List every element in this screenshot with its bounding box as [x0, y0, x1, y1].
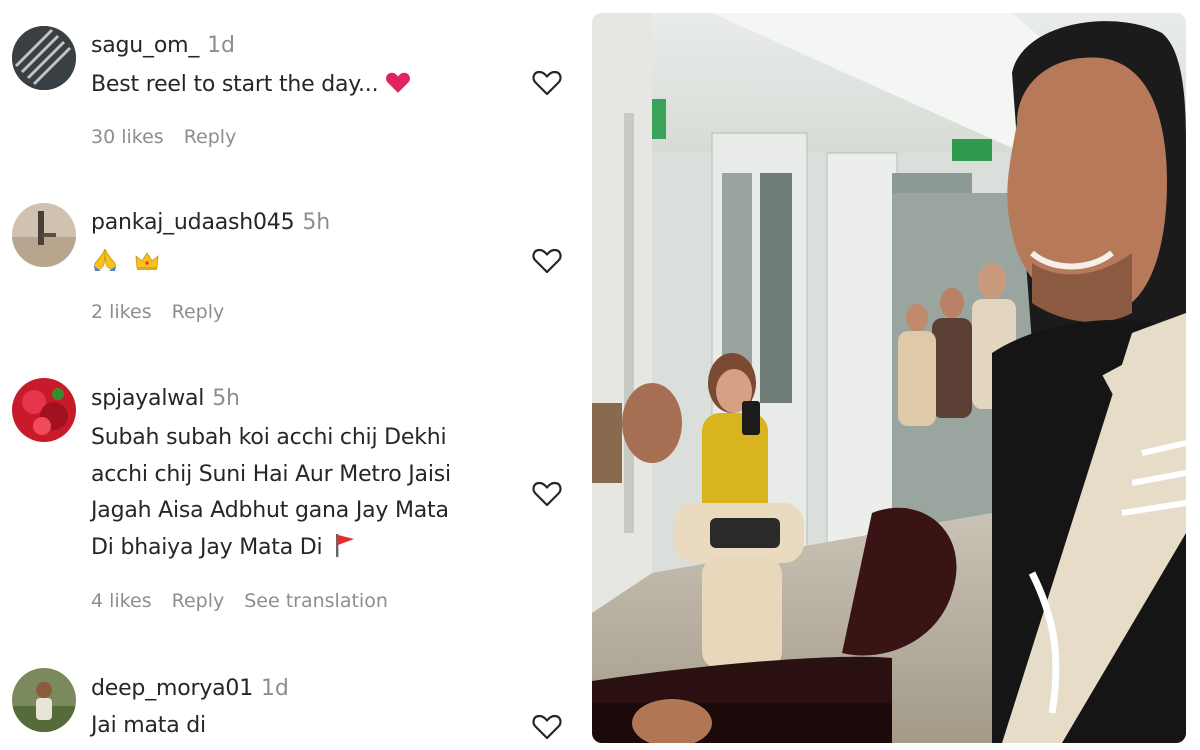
comment-time: 5h [302, 210, 330, 235]
comment-time: 1d [261, 676, 289, 701]
like-heart-icon[interactable] [531, 67, 563, 97]
like-heart-icon[interactable] [531, 245, 563, 275]
see-translation-button[interactable]: See translation [244, 590, 388, 612]
comment-time: 5h [212, 386, 240, 411]
red-flag-emoji-icon [336, 533, 355, 557]
comment-meta: 4 likes Reply See translation [91, 590, 408, 612]
avatar[interactable] [12, 668, 76, 732]
avatar[interactable] [12, 26, 76, 90]
avatar[interactable] [12, 378, 76, 442]
comment-time: 1d [207, 33, 235, 58]
comment-username[interactable]: spjayalwal 5h [91, 386, 240, 411]
reel-video[interactable] [592, 13, 1186, 743]
comments-panel: sagu_om_ 1d Best reel to start the day...… [0, 0, 590, 750]
praying-hands-emoji-icon [94, 248, 116, 271]
crown-emoji-icon [135, 252, 159, 270]
likes-count[interactable]: 30 likes [91, 126, 164, 148]
comment-text: Jai mata di [91, 713, 206, 738]
comment-username[interactable]: sagu_om_ 1d [91, 33, 235, 58]
reply-button[interactable]: Reply [172, 590, 225, 612]
comment-username[interactable]: pankaj_udaash045 5h [91, 210, 330, 235]
comment-text: Best reel to start the day... [91, 67, 411, 104]
reply-button[interactable]: Reply [172, 301, 225, 323]
likes-count[interactable]: 4 likes [91, 590, 152, 612]
comment-text [91, 244, 160, 281]
likes-count[interactable]: 2 likes [91, 301, 152, 323]
like-heart-icon[interactable] [531, 478, 563, 508]
comment-meta: 30 likes Reply [91, 126, 256, 148]
like-heart-icon[interactable] [531, 711, 563, 741]
comment-username[interactable]: deep_morya01 1d [91, 676, 289, 701]
reply-button[interactable]: Reply [184, 126, 237, 148]
comment-text: Subah subah koi acchi chij Dekhi acchi c… [91, 425, 451, 560]
comment-meta: 2 likes Reply [91, 301, 244, 323]
avatar[interactable] [12, 203, 76, 267]
red-heart-emoji-icon [386, 72, 411, 93]
